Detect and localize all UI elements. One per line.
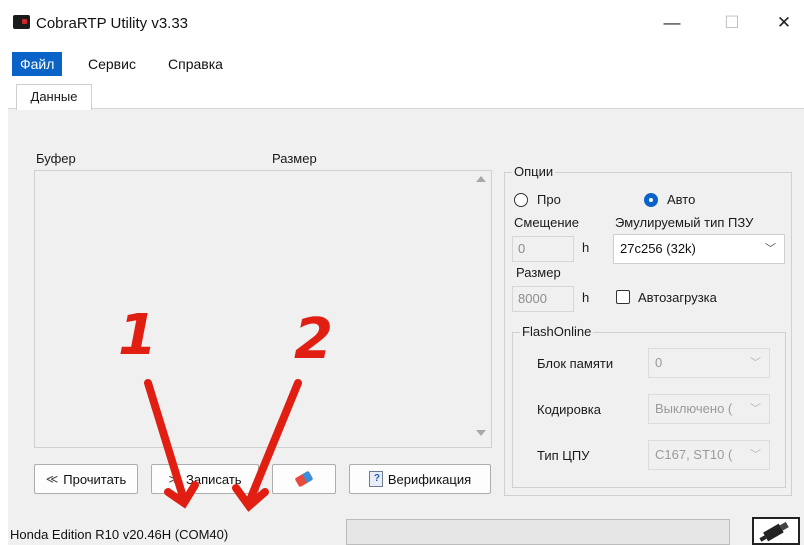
- annotation-arrows: [144, 379, 302, 512]
- annotation-arrow-2: [246, 379, 302, 504]
- tab-data[interactable]: Данные: [16, 84, 92, 110]
- annotation-arrow-1: [144, 379, 188, 504]
